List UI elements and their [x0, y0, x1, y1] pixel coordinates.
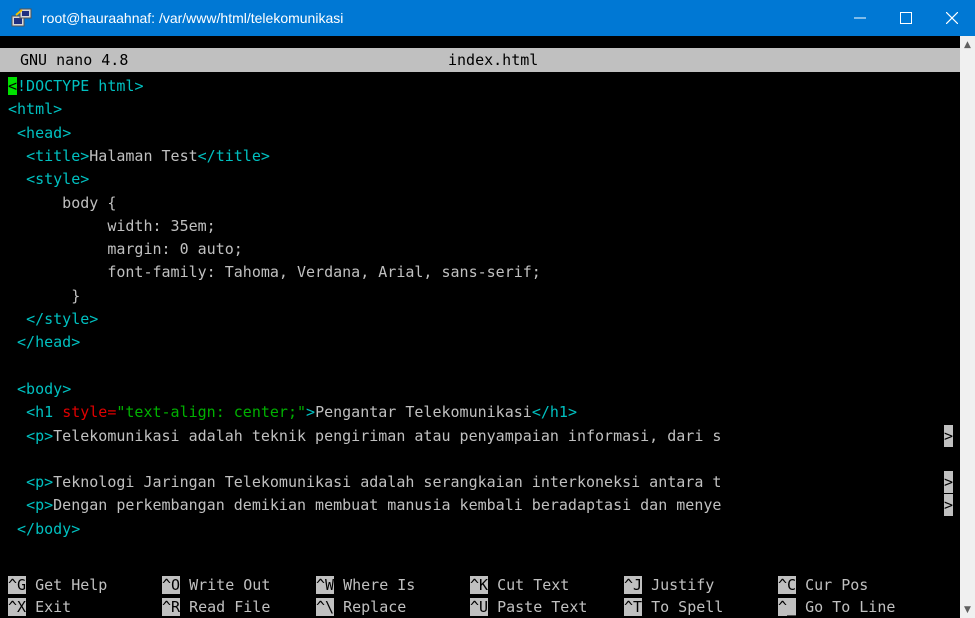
editor-line[interactable]: <head> — [8, 122, 71, 144]
shortcut-key: ^C — [778, 576, 797, 594]
shortcut-label: Exit — [26, 598, 72, 616]
shortcut-label: Paste Text — [488, 598, 588, 616]
shortcut-get-help[interactable]: ^G Get Help — [8, 574, 107, 596]
editor-line[interactable]: } — [8, 285, 80, 307]
truncation-marker: > — [944, 471, 954, 494]
minimize-icon — [854, 17, 866, 19]
editor-line[interactable]: </body> — [8, 518, 80, 540]
editor-line[interactable]: <title>Halaman Test</title> — [8, 145, 270, 167]
maximize-icon — [900, 12, 912, 24]
close-icon — [946, 12, 958, 24]
editor-line[interactable]: width: 35em; — [8, 215, 215, 237]
shortcut-label: Cut Text — [488, 576, 570, 594]
maximize-button[interactable] — [883, 0, 929, 36]
shortcut-label: Cur Pos — [796, 576, 869, 594]
shortcut-key: ^_ — [778, 598, 797, 616]
shortcut-label: Read File — [180, 598, 271, 616]
minimize-button[interactable] — [837, 0, 883, 36]
shortcut-key: ^O — [162, 576, 181, 594]
shortcut-label: Justify — [642, 576, 715, 594]
truncation-marker: > — [944, 494, 954, 517]
nano-header-bar: GNU nano 4.8 index.html — [0, 48, 960, 72]
terminal-area[interactable] — [0, 36, 960, 618]
editor-line[interactable]: </head> — [8, 331, 80, 353]
shortcut-bar: ^G Get Help ^O Write Out ^W Where Is ^K Cut… — [0, 574, 960, 618]
editor-line[interactable]: font-family: Tahoma, Verdana, Arial, san… — [8, 261, 541, 283]
shortcut-label: To Spell — [642, 598, 724, 616]
scroll-up-icon[interactable]: ▲ — [960, 36, 975, 53]
editor-line[interactable]: <html> — [8, 98, 62, 120]
shortcut-key: ^R — [162, 598, 181, 616]
editor-line[interactable]: <body> — [8, 378, 71, 400]
editor-line[interactable]: body { — [8, 192, 116, 214]
shortcut-paste-text[interactable]: ^U Paste Text — [470, 596, 587, 618]
shortcut-exit[interactable]: ^X Exit — [8, 596, 71, 618]
shortcut-replace[interactable]: ^\ Replace — [316, 596, 406, 618]
editor-line[interactable]: <p>Telekomunikasi adalah teknik pengirim… — [8, 425, 721, 447]
editor-line[interactable]: </style> — [8, 308, 98, 330]
terminal-window: root@hauraahnaf: /var/www/html/telekomun… — [0, 0, 975, 618]
shortcut-label: Where Is — [334, 576, 416, 594]
putty-icon[interactable] — [10, 6, 34, 30]
shortcut-key: ^T — [624, 598, 643, 616]
shortcut-justify[interactable]: ^J Justify — [624, 574, 714, 596]
editor-line[interactable]: <p>Dengan perkembangan demikian membuat … — [8, 494, 721, 516]
shortcut-write-out[interactable]: ^O Write Out — [162, 574, 270, 596]
scroll-down-icon[interactable]: ▼ — [960, 601, 975, 618]
close-button[interactable] — [929, 0, 975, 36]
shortcut-label: Go To Line — [796, 598, 896, 616]
shortcut-key: ^\ — [316, 598, 335, 616]
nano-version: GNU nano 4.8 — [20, 51, 129, 69]
shortcut-cut-text[interactable]: ^K Cut Text — [470, 574, 569, 596]
file-name: index.html — [448, 51, 539, 69]
editor-line[interactable]: <style> — [8, 168, 89, 190]
shortcut-key: ^K — [470, 576, 489, 594]
shortcut-key: ^W — [316, 576, 335, 594]
editor-line[interactable]: margin: 0 auto; — [8, 238, 242, 260]
shortcut-cur-pos[interactable]: ^C Cur Pos — [778, 574, 868, 596]
shortcut-label: Get Help — [26, 576, 108, 594]
shortcut-read-file[interactable]: ^R Read File — [162, 596, 270, 618]
shortcut-label: Write Out — [180, 576, 271, 594]
window-controls — [837, 0, 975, 36]
shortcut-go-to-line[interactable]: ^_ Go To Line — [778, 596, 895, 618]
window-title: root@hauraahnaf: /var/www/html/telekomun… — [42, 10, 344, 26]
shortcut-key: ^J — [624, 576, 643, 594]
truncation-marker: > — [944, 424, 954, 447]
shortcut-where-is[interactable]: ^W Where Is — [316, 574, 415, 596]
shortcut-label: Replace — [334, 598, 407, 616]
shortcut-key: ^X — [8, 598, 27, 616]
editor-line[interactable]: <p>Teknologi Jaringan Telekomunikasi ada… — [8, 471, 721, 493]
shortcut-key: ^G — [8, 576, 27, 594]
vertical-scrollbar[interactable]: ▲ ▼ — [960, 36, 975, 618]
shortcut-to-spell[interactable]: ^T To Spell — [624, 596, 723, 618]
editor-line[interactable]: <h1 style="text-align: center;">Penganta… — [8, 401, 577, 423]
editor-line[interactable]: <!DOCTYPE html> — [8, 75, 143, 97]
title-bar[interactable]: root@hauraahnaf: /var/www/html/telekomun… — [0, 0, 975, 36]
shortcut-key: ^U — [470, 598, 489, 616]
